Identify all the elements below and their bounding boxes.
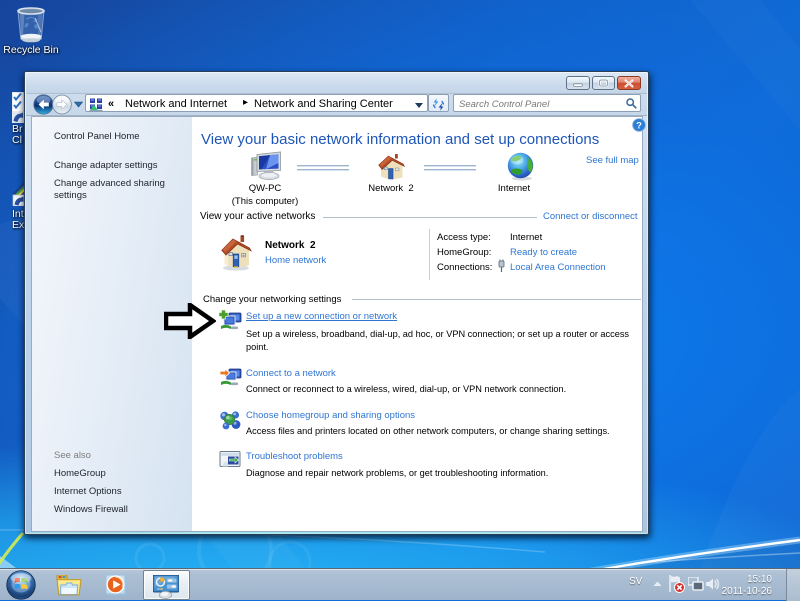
svg-text:?: ? bbox=[636, 121, 642, 132]
